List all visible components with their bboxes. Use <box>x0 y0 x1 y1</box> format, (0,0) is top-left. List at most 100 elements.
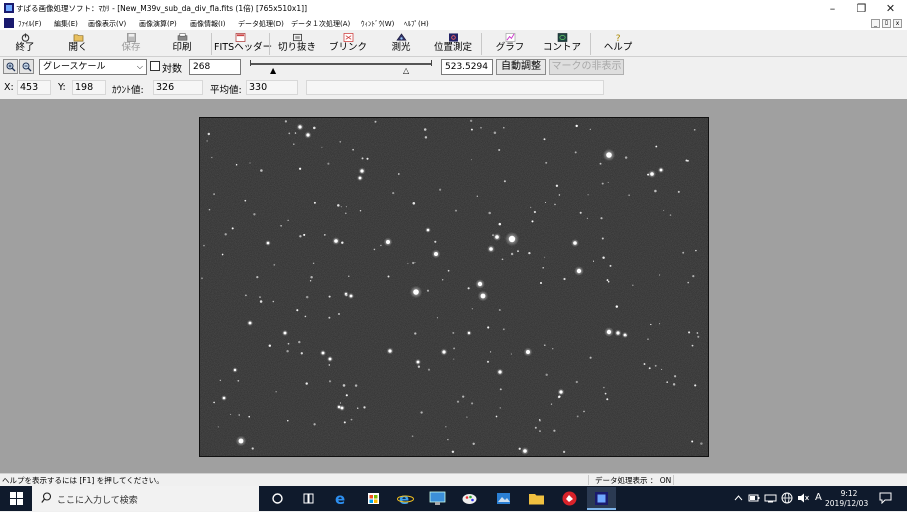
faint-star <box>615 305 619 308</box>
star <box>358 176 362 180</box>
zoom-in-button[interactable] <box>3 59 18 74</box>
ime-indicator[interactable]: A <box>815 492 822 503</box>
hide-marks-button[interactable]: マークの非表示 <box>549 59 624 75</box>
print-button[interactable]: 印刷 <box>162 30 202 57</box>
edge-icon: e <box>335 490 345 508</box>
faint-star <box>350 418 353 421</box>
faint-star <box>313 423 316 426</box>
menu-image-ops[interactable]: 画像演算(P) <box>139 19 177 29</box>
high-level-thumb[interactable]: △ <box>403 67 409 75</box>
task-view-button[interactable] <box>294 487 323 510</box>
star <box>650 172 654 176</box>
faint-star <box>558 194 561 196</box>
faint-star <box>328 316 331 319</box>
taskbar-monitor-app[interactable] <box>423 487 452 510</box>
menu-edit[interactable]: 編集(E) <box>54 19 78 29</box>
save-button[interactable]: 保存 <box>111 30 151 57</box>
document-icon[interactable] <box>4 18 14 28</box>
task-view-icon <box>303 493 314 504</box>
star <box>573 241 577 245</box>
faint-star <box>339 141 341 143</box>
clock-time[interactable]: 9:12 <box>833 489 865 498</box>
faint-star <box>312 262 315 264</box>
close-button[interactable]: ✕ <box>876 0 905 17</box>
faint-star <box>655 145 658 148</box>
log-scale-label: 対数 <box>162 64 182 75</box>
menu-primary-processing[interactable]: データ１次処理(A) <box>291 19 350 29</box>
faint-star <box>259 296 261 298</box>
battery-icon[interactable] <box>748 493 760 503</box>
taskbar-red-app[interactable] <box>555 487 584 510</box>
min-level-input[interactable]: 268 <box>189 59 241 75</box>
taskbar-photos[interactable] <box>489 487 518 510</box>
fits-header-button[interactable]: FITSヘッダー <box>214 30 272 57</box>
log-scale-checkbox[interactable] <box>150 61 160 71</box>
mdi-minimize-button[interactable]: _ <box>871 19 880 28</box>
star <box>248 321 252 325</box>
menu-file[interactable]: ﾌｧｲﾙ(F) <box>18 19 42 29</box>
search-icon <box>41 492 52 503</box>
colormap-select[interactable]: グレースケール ⌵ <box>39 59 147 75</box>
restore-button[interactable]: ❐ <box>847 0 876 17</box>
taskbar-edge[interactable]: e <box>327 487 356 510</box>
max-level-input[interactable]: 523.5294 <box>441 59 493 75</box>
faint-star <box>661 368 663 370</box>
level-slider-track[interactable] <box>251 63 432 65</box>
menu-window[interactable]: ｳｨﾝﾄﾞｳ(W) <box>361 19 394 29</box>
taskbar-paint[interactable] <box>455 487 484 510</box>
minimize-button[interactable]: – <box>818 0 847 17</box>
exit-button[interactable]: 終了 <box>5 30 45 57</box>
taskbar-explorer[interactable] <box>522 487 551 510</box>
taskbar-store[interactable] <box>359 487 388 510</box>
faint-star <box>245 294 247 297</box>
taskbar-ie[interactable]: e <box>391 487 420 510</box>
folder-open-icon <box>73 34 83 42</box>
clock-date[interactable]: 2019/12/03 <box>825 499 868 508</box>
mean-label: 平均値: <box>210 85 242 96</box>
faint-star <box>592 260 595 262</box>
auto-adjust-button[interactable]: 自動調整 <box>496 59 546 75</box>
window-title: すばる画像処理ソフト：ﾏｶﾘ - [New_M39v_sub_da_div_fl… <box>16 4 307 13</box>
star <box>222 396 226 400</box>
crop-label: 切り抜き <box>277 42 316 53</box>
faint-star <box>339 402 342 404</box>
mdi-restore-button[interactable]: ﾛ <box>882 19 891 28</box>
taskbar-makali[interactable] <box>587 487 616 510</box>
fits-image-view[interactable] <box>199 117 709 457</box>
zoom-out-button[interactable] <box>19 59 34 74</box>
menu-view[interactable]: 画像表示(V) <box>88 19 126 29</box>
chevron-up-icon[interactable] <box>734 494 743 502</box>
mdi-close-button[interactable]: x <box>893 19 902 28</box>
store-icon <box>368 493 379 504</box>
blink-button[interactable]: ブリンク <box>328 30 368 57</box>
start-button[interactable] <box>10 492 23 505</box>
menu-data-processing[interactable]: データ処理(D) <box>238 19 284 29</box>
low-level-thumb[interactable]: ▲ <box>270 67 276 75</box>
globe-icon[interactable] <box>781 492 793 504</box>
faint-star <box>471 308 473 310</box>
notifications-icon[interactable] <box>879 492 892 504</box>
taskbar-search[interactable]: ここに入力して検索 <box>32 486 259 511</box>
photometry-button[interactable]: 測光 <box>381 30 421 57</box>
star <box>616 331 620 335</box>
faint-star <box>280 225 282 227</box>
faint-star <box>601 237 604 240</box>
help-button[interactable]: ? ヘルプ <box>597 30 639 57</box>
crop-button[interactable]: 切り抜き <box>275 30 319 57</box>
menu-image-info[interactable]: 画像情報(I) <box>190 19 226 29</box>
faint-star <box>352 148 354 151</box>
star-field-image[interactable] <box>200 118 708 456</box>
open-button[interactable]: 開く <box>58 30 98 57</box>
contour-button[interactable]: コントア <box>542 30 582 57</box>
menu-help[interactable]: ﾍﾙﾌﾟ(H) <box>404 19 429 29</box>
cortana-button[interactable] <box>263 487 292 510</box>
faint-star <box>231 227 234 230</box>
star <box>334 239 338 243</box>
faint-star <box>625 334 627 337</box>
network-icon[interactable] <box>764 493 777 503</box>
speaker-icon[interactable] <box>797 493 810 503</box>
position-measure-button[interactable]: 位置測定 <box>430 30 476 57</box>
faint-star <box>451 450 455 454</box>
fits-header-icon <box>235 33 245 42</box>
graph-button[interactable]: グラフ <box>490 30 530 57</box>
